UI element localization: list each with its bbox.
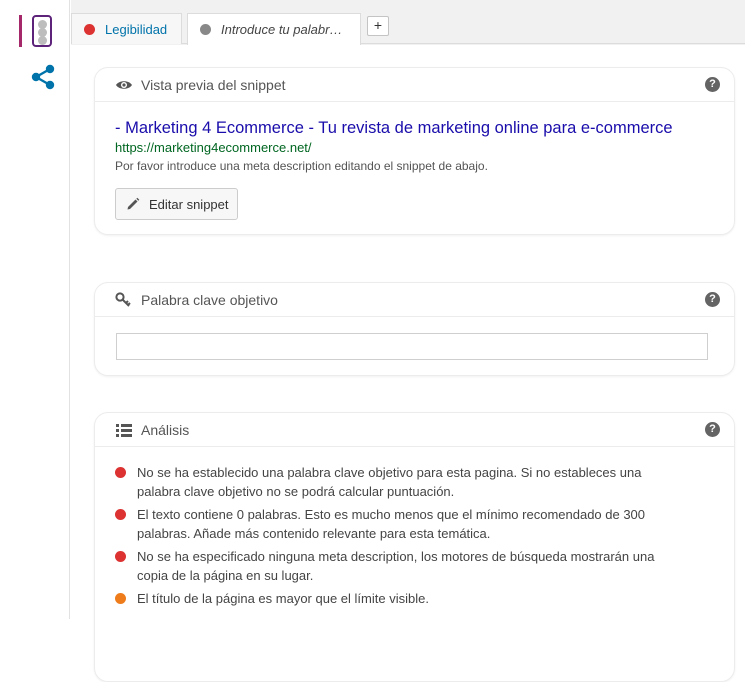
focus-keyword-header: Palabra clave objetivo ?	[95, 283, 734, 317]
analysis-card: Análisis ? No se ha establecido una pala…	[94, 412, 735, 682]
share-icon[interactable]	[29, 63, 57, 91]
status-bullet-icon	[115, 593, 126, 604]
analysis-header[interactable]: Análisis ?	[95, 413, 734, 447]
pencil-icon	[127, 197, 140, 210]
analysis-text: No se ha establecido una palabra clave o…	[137, 465, 642, 499]
tab-bar: Legibilidad Introduce tu palabra ... +	[71, 0, 745, 45]
tab-legibilidad[interactable]: Legibilidad	[71, 13, 182, 44]
status-bullet-icon	[200, 24, 211, 35]
status-bullet-icon	[115, 551, 126, 562]
snippet-description: Por favor introduce una meta description…	[115, 159, 488, 173]
traffic-light-icon[interactable]	[32, 15, 52, 47]
analysis-results: No se ha establecido una palabra clave o…	[95, 447, 734, 608]
help-icon[interactable]: ?	[705, 77, 720, 92]
card-title: Vista previa del snippet	[141, 76, 286, 93]
status-bullet-icon	[84, 23, 95, 35]
card-title: Palabra clave objetivo	[141, 291, 278, 308]
analysis-text: No se ha especificado ninguna meta descr…	[137, 549, 655, 583]
snippet-url: https://marketing4ecommerce.net/	[115, 140, 312, 155]
eye-icon	[116, 80, 132, 89]
status-bullet-icon	[115, 509, 126, 520]
snippet-title[interactable]: - Marketing 4 Ecommerce - Tu revista de …	[115, 119, 720, 138]
focus-keyword-card: Palabra clave objetivo ?	[94, 282, 735, 376]
focus-keyword-input[interactable]	[116, 333, 708, 360]
edit-snippet-button[interactable]: Editar snippet	[115, 188, 238, 220]
tab-label: Legibilidad	[105, 21, 168, 37]
analysis-text: El título de la página es mayor que el l…	[137, 591, 429, 606]
list-icon	[116, 423, 132, 437]
tab-label: Introduce tu palabra ...	[221, 22, 348, 37]
tab-content: Vista previa del snippet ? - Marketing 4…	[71, 45, 745, 682]
analysis-item: El título de la página es mayor que el l…	[115, 589, 685, 608]
sidebar	[0, 0, 70, 619]
analysis-text: El texto contiene 0 palabras. Esto es mu…	[137, 507, 646, 541]
analysis-item: No se ha especificado ninguna meta descr…	[115, 547, 685, 585]
help-icon[interactable]: ?	[705, 422, 720, 437]
analysis-item: No se ha establecido una palabra clave o…	[115, 463, 685, 501]
key-icon	[115, 291, 131, 307]
add-tab-button[interactable]: +	[367, 16, 389, 36]
snippet-preview-header[interactable]: Vista previa del snippet ?	[95, 68, 734, 102]
analysis-item: El texto contiene 0 palabras. Esto es mu…	[115, 505, 685, 543]
active-indicator	[19, 15, 22, 47]
edit-snippet-label: Editar snippet	[149, 196, 229, 212]
help-icon[interactable]: ?	[705, 292, 720, 307]
status-bullet-icon	[115, 467, 126, 478]
tab-keyword[interactable]: Introduce tu palabra ...	[187, 13, 361, 45]
card-title: Análisis	[141, 421, 190, 438]
snippet-preview-card: Vista previa del snippet ? - Marketing 4…	[94, 67, 735, 235]
main-panel: Legibilidad Introduce tu palabra ... + V…	[71, 0, 745, 682]
